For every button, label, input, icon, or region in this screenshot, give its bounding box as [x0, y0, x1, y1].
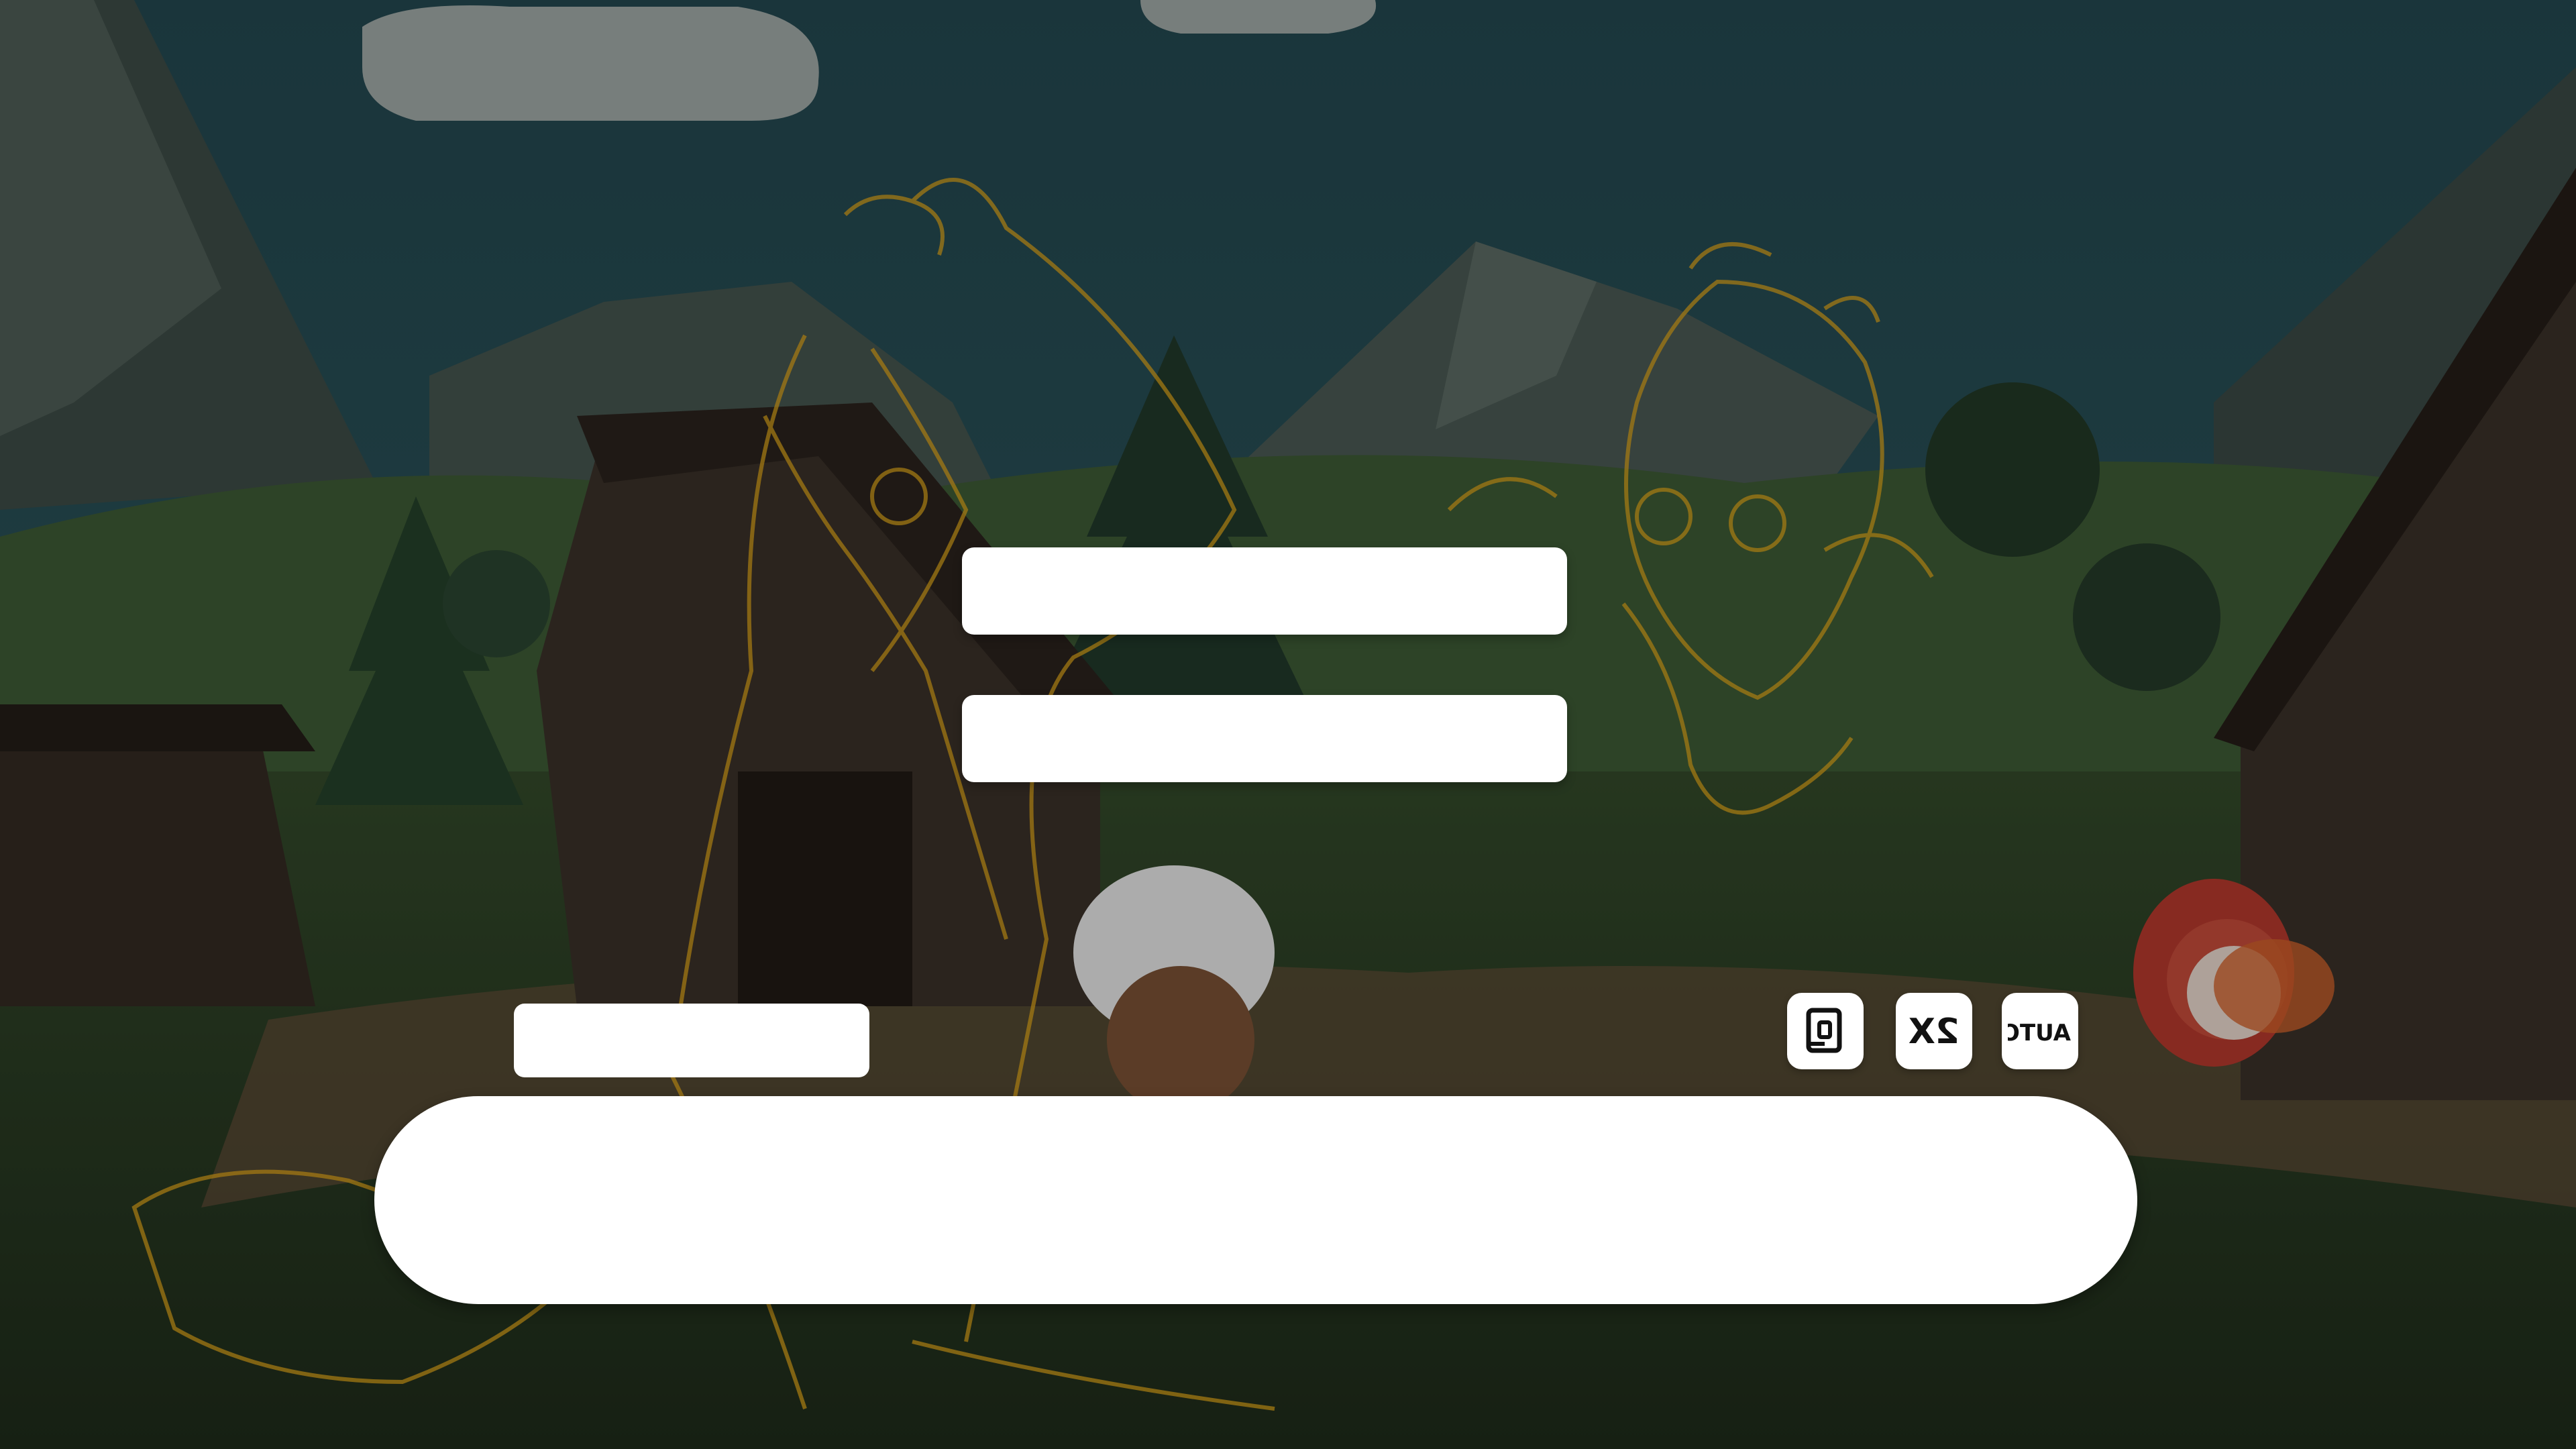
auto-label: AUTO: [2008, 1020, 2071, 1046]
auto-icon: AUTO: [2008, 1020, 2071, 1046]
game-screen: 2X AUTO: [0, 0, 2576, 1449]
speed-button[interactable]: 2X: [1896, 993, 1972, 1069]
speed-icon: 2X: [1909, 1012, 1960, 1051]
choice-option-2[interactable]: [962, 695, 1567, 782]
speed-label: 2X: [1909, 1012, 1960, 1051]
log-icon: [1806, 1008, 1842, 1053]
speaker-name-box: [514, 1004, 869, 1077]
dialog-box[interactable]: [374, 1096, 2137, 1304]
log-button[interactable]: [1787, 993, 1864, 1069]
auto-button[interactable]: AUTO: [2002, 993, 2078, 1069]
choice-option-1[interactable]: [962, 547, 1567, 635]
